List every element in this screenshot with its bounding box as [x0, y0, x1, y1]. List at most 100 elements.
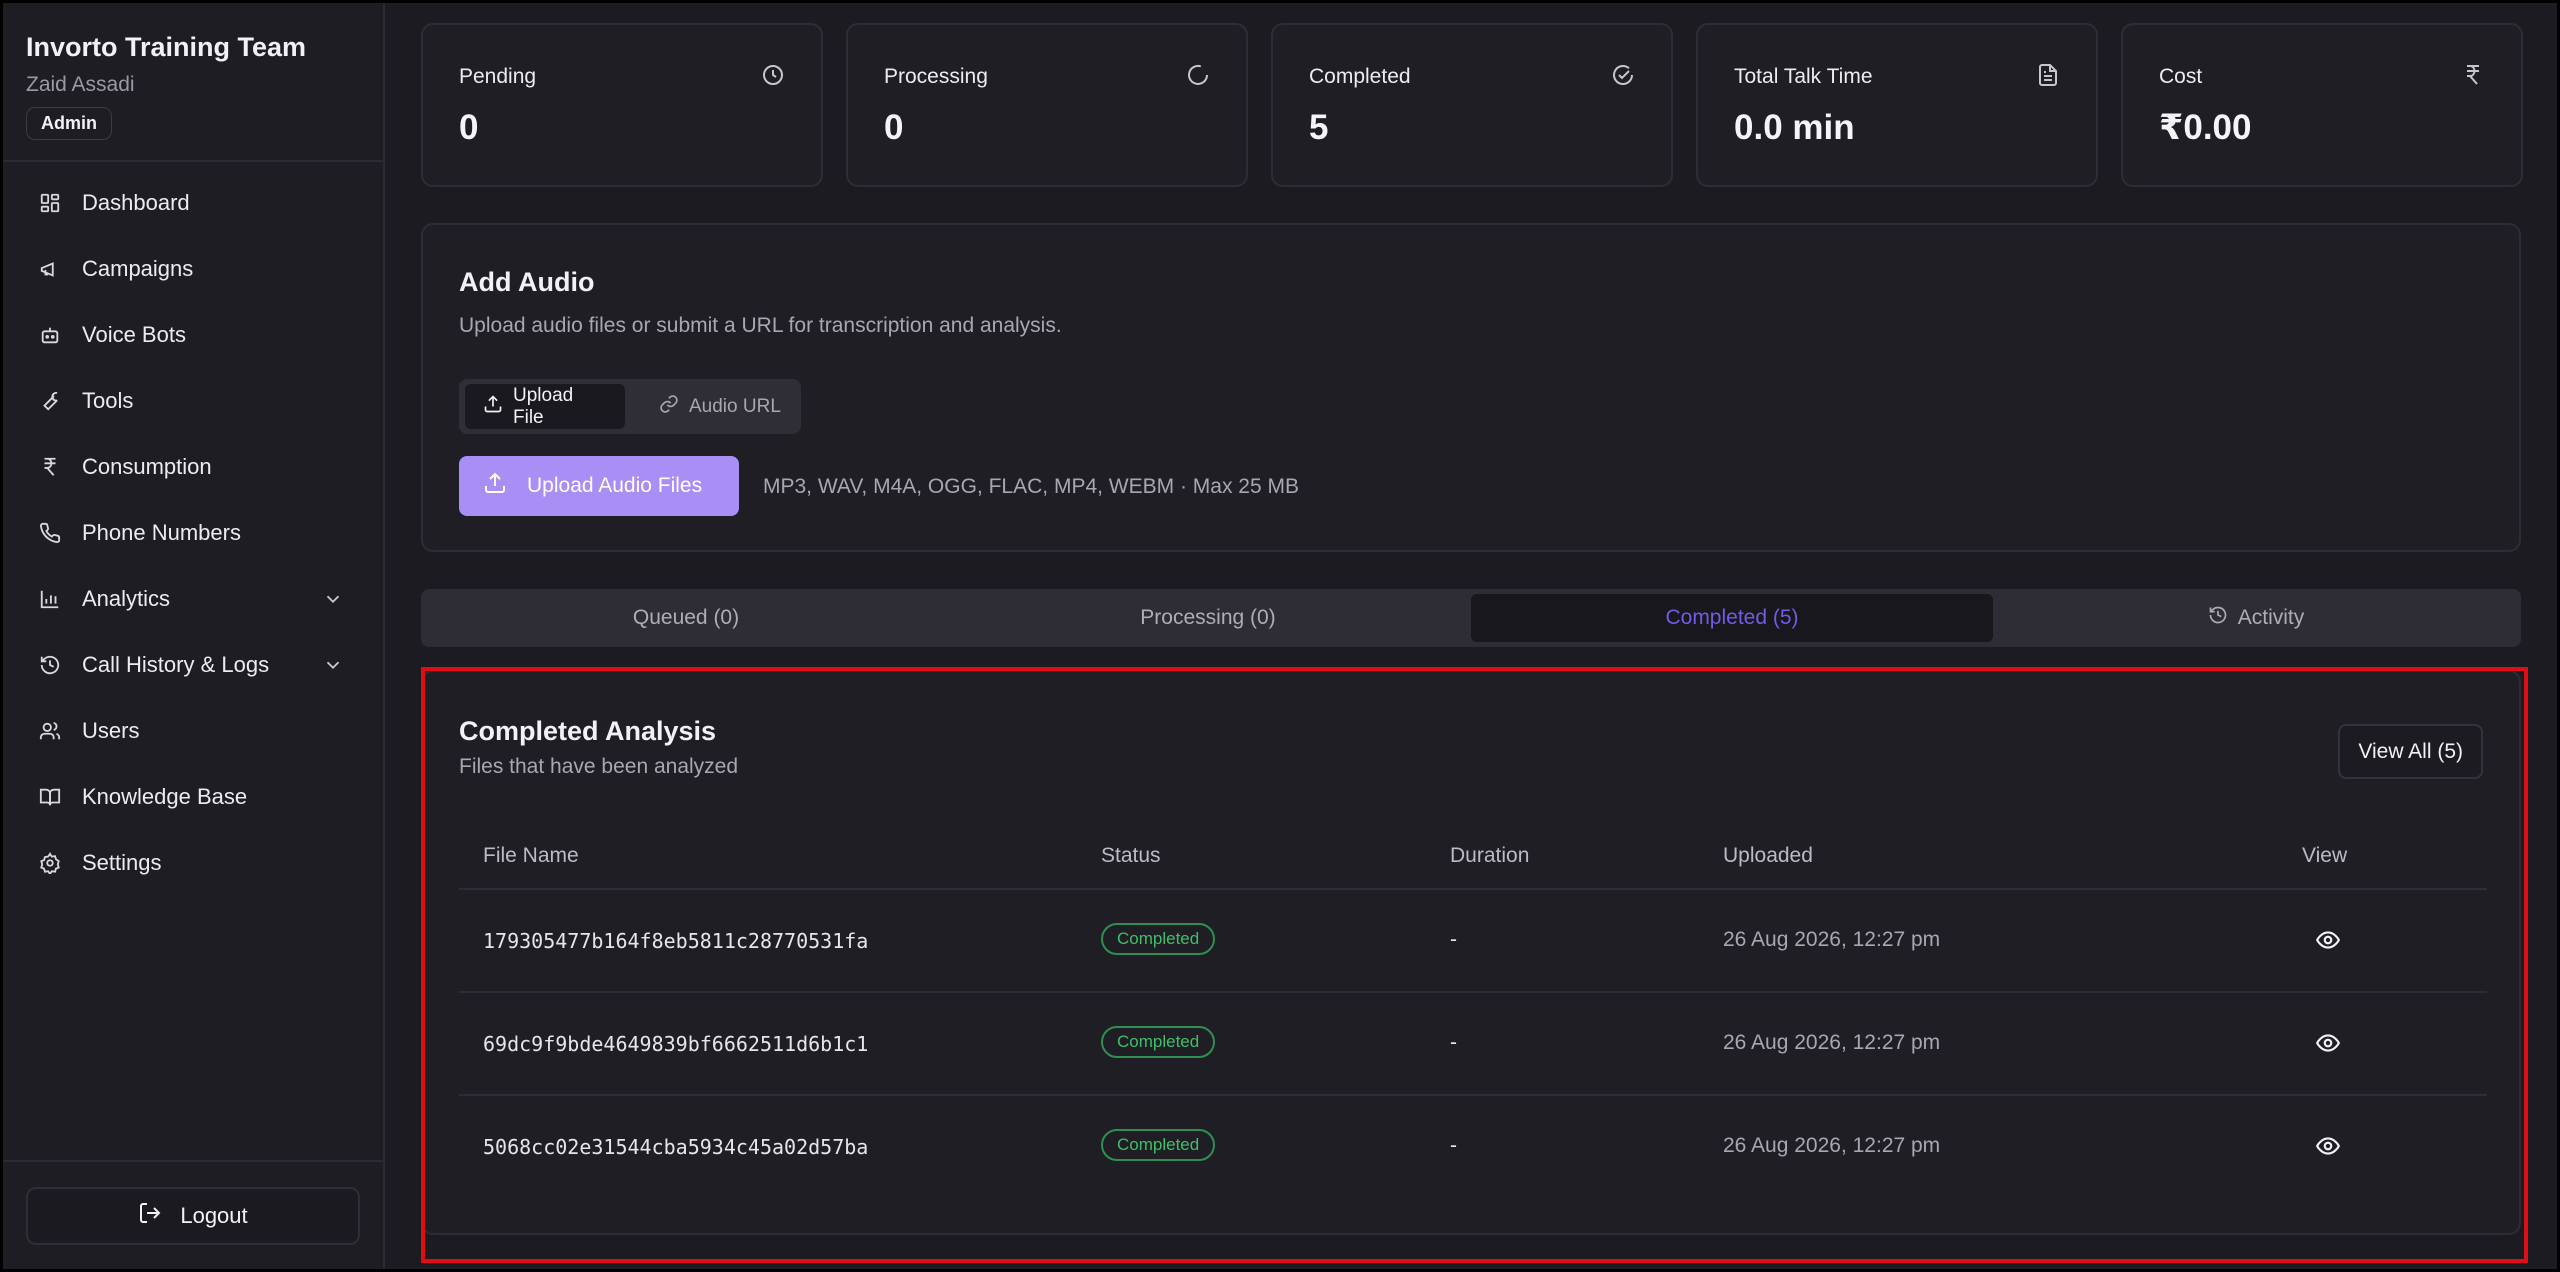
status-badge: Completed	[1101, 1129, 1216, 1161]
stat-value: 0	[459, 108, 479, 147]
stat-card-cost: Cost ₹0.00	[2121, 23, 2523, 187]
duration: -	[1450, 1134, 1457, 1157]
status-badge: Completed	[1101, 923, 1216, 955]
sidebar-item-label: Dashboard	[82, 190, 190, 215]
input-mode-toggle: Upload File Audio URL	[459, 379, 801, 434]
tab-label: Upload File	[513, 384, 574, 428]
stat-card-total-talk-time: Total Talk Time 0.0 min	[1696, 23, 2098, 187]
status-tabs: Queued (0) Processing (0) Completed (5) …	[421, 589, 2521, 647]
sidebar-item-label: Consumption	[82, 454, 212, 479]
stat-label: Total Talk Time	[1734, 65, 1873, 88]
sidebar-item-call-history[interactable]: Call History & Logs	[22, 632, 362, 698]
logout-icon	[138, 1201, 162, 1231]
logout-label: Logout	[180, 1203, 248, 1228]
uploaded-date: 26 Aug 2026, 12:27 pm	[1723, 1134, 1941, 1157]
sidebar-item-users[interactable]: Users	[22, 698, 362, 764]
column-header-view: View	[2302, 844, 2348, 867]
tab-upload-file[interactable]: Upload File	[465, 384, 625, 429]
sidebar-nav: Dashboard Campaigns Voice Bots Tools Con…	[22, 170, 362, 896]
duration: -	[1450, 1031, 1457, 1054]
bar-chart-icon	[38, 587, 62, 611]
clock-icon	[761, 63, 785, 87]
team-name: Invorto Training Team	[26, 32, 307, 62]
upload-audio-files-button[interactable]: Upload Audio Files	[459, 456, 739, 516]
panel-title: Completed Analysis	[459, 716, 717, 746]
history-icon	[38, 653, 62, 677]
team-header: Invorto Training Team Zaid Assadi Admin	[26, 32, 306, 140]
tab-completed[interactable]: Completed (5)	[1471, 594, 1993, 642]
stat-card-completed: Completed 5	[1271, 23, 1673, 187]
column-header-status: Status	[1101, 844, 1161, 867]
tab-label: Audio URL	[689, 395, 781, 417]
add-audio-title: Add Audio	[459, 267, 595, 297]
status-badge: Completed	[1101, 1026, 1216, 1058]
upload-icon	[483, 394, 503, 420]
sidebar-item-label: Campaigns	[82, 256, 194, 281]
stat-value: 0	[884, 108, 904, 147]
eye-icon[interactable]	[2315, 1133, 2341, 1159]
completed-analysis-panel: Completed Analysis Files that have been …	[421, 670, 2521, 1235]
results-table: File Name Status Duration Uploaded View …	[459, 822, 2487, 1199]
stat-value: 0.0 min	[1734, 108, 1855, 147]
spinner-icon	[1186, 63, 1210, 87]
logout-button[interactable]: Logout	[26, 1187, 360, 1245]
sidebar-item-knowledge-base[interactable]: Knowledge Base	[22, 764, 362, 830]
book-icon	[38, 785, 62, 809]
tab-audio-url[interactable]: Audio URL	[641, 384, 799, 429]
sidebar-item-consumption[interactable]: Consumption	[22, 434, 362, 500]
sidebar-item-label: Knowledge Base	[82, 784, 248, 809]
sidebar-item-voice-bots[interactable]: Voice Bots	[22, 302, 362, 368]
tab-label: Queued (0)	[632, 606, 740, 629]
uploaded-date: 26 Aug 2026, 12:27 pm	[1723, 1031, 1941, 1054]
upload-button-label: Upload Audio Files	[527, 474, 703, 497]
tab-processing[interactable]: Processing (0)	[947, 594, 1469, 642]
table-row: 69dc9f9bde4649839bf6662511d6b1c1 Complet…	[459, 993, 2487, 1096]
stat-value: ₹0.00	[2159, 108, 2252, 147]
tab-activity[interactable]: Activity	[1995, 594, 2517, 642]
phone-icon	[38, 521, 62, 545]
column-header-uploaded: Uploaded	[1723, 844, 1813, 867]
sidebar-item-dashboard[interactable]: Dashboard	[22, 170, 362, 236]
column-header-duration: Duration	[1450, 844, 1530, 867]
add-audio-description: Upload audio files or submit a URL for t…	[459, 314, 1062, 337]
sidebar-item-label: Tools	[82, 388, 134, 413]
sidebar-item-label: Phone Numbers	[82, 520, 241, 545]
eye-icon[interactable]	[2315, 1030, 2341, 1056]
stat-label: Processing	[884, 65, 988, 88]
divider	[0, 1160, 383, 1162]
tab-label: Activity	[2237, 606, 2305, 629]
stat-label: Cost	[2159, 65, 2203, 88]
megaphone-icon	[38, 257, 62, 281]
view-all-button[interactable]: View All (5)	[2338, 724, 2483, 779]
role-badge: Admin	[26, 107, 112, 140]
sidebar: Invorto Training Team Zaid Assadi Admin …	[0, 0, 385, 1272]
link-icon	[659, 394, 679, 420]
sidebar-item-label: Users	[82, 718, 140, 743]
stat-card-pending: Pending 0	[421, 23, 823, 187]
eye-icon[interactable]	[2315, 927, 2341, 953]
supported-formats: MP3, WAV, M4A, OGG, FLAC, MP4, WEBM · Ma…	[763, 475, 1299, 498]
duration: -	[1450, 928, 1457, 951]
chevron-down-icon[interactable]	[322, 654, 344, 676]
chevron-down-icon[interactable]	[322, 588, 344, 610]
sidebar-item-tools[interactable]: Tools	[22, 368, 362, 434]
tab-queued[interactable]: Queued (0)	[425, 594, 947, 642]
history-icon	[2208, 605, 2228, 631]
rupee-icon	[38, 455, 62, 479]
wrench-icon	[38, 389, 62, 413]
user-name: Zaid Assadi	[26, 73, 135, 96]
sidebar-item-analytics[interactable]: Analytics	[22, 566, 362, 632]
stat-card-processing: Processing 0	[846, 23, 1248, 187]
stat-label: Pending	[459, 65, 537, 88]
users-icon	[38, 719, 62, 743]
sidebar-item-settings[interactable]: Settings	[22, 830, 362, 896]
sidebar-item-phone-numbers[interactable]: Phone Numbers	[22, 500, 362, 566]
table-header: File Name Status Duration Uploaded View	[459, 822, 2487, 890]
gear-icon	[38, 851, 62, 875]
uploaded-date: 26 Aug 2026, 12:27 pm	[1723, 928, 1941, 951]
check-circle-icon	[1611, 63, 1635, 87]
sidebar-item-campaigns[interactable]: Campaigns	[22, 236, 362, 302]
sidebar-item-label: Analytics	[82, 586, 171, 611]
table-row: 179305477b164f8eb5811c28770531fa Complet…	[459, 890, 2487, 993]
divider	[0, 160, 383, 162]
